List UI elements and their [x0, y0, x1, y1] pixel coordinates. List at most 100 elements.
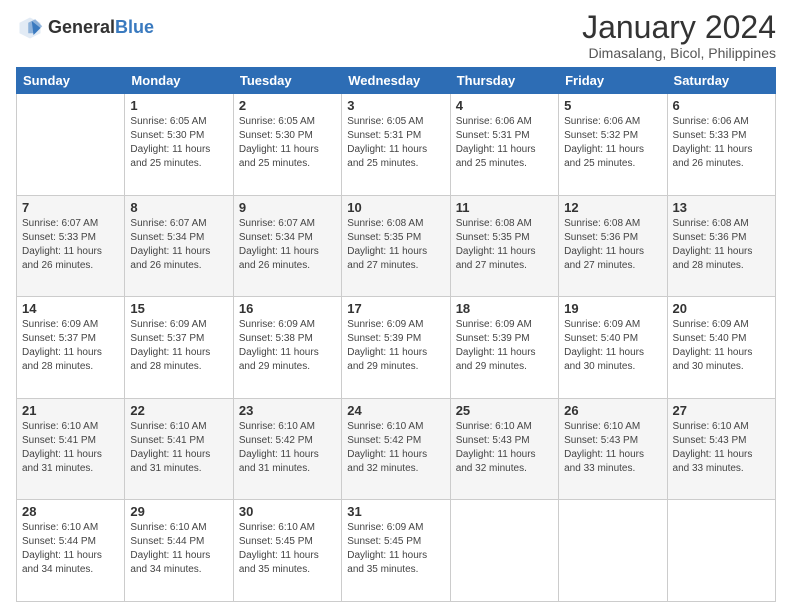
day-detail: Sunrise: 6:08 AMSunset: 5:36 PMDaylight:…: [564, 217, 661, 273]
day-cell: [450, 500, 558, 602]
day-detail: Sunrise: 6:05 AMSunset: 5:30 PMDaylight:…: [239, 115, 336, 171]
col-thursday: Thursday: [450, 68, 558, 94]
day-cell: 7 Sunrise: 6:07 AMSunset: 5:33 PMDaylight…: [17, 195, 125, 297]
col-saturday: Saturday: [667, 68, 775, 94]
day-number: 26: [564, 403, 661, 418]
day-cell: 16Sunrise: 6:09 AMSunset: 5:38 PMDayligh…: [233, 297, 341, 399]
day-number: 9: [239, 200, 336, 215]
day-detail: Sunrise: 6:10 AMSunset: 5:43 PMDaylight:…: [564, 420, 661, 476]
col-monday: Monday: [125, 68, 233, 94]
logo-general: General: [48, 18, 115, 38]
day-cell: 27 Sunrise: 6:10 AMSunset: 5:43 PMDayligh…: [667, 398, 775, 500]
day-detail: Sunrise: 6:07 AMSunset: 5:34 PMDaylight:…: [130, 217, 227, 273]
header: General Blue January 2024 Dimasalang, Bi…: [16, 10, 776, 61]
day-number: 6: [673, 98, 770, 113]
day-number: 3: [347, 98, 444, 113]
day-cell: 28 Sunrise: 6:10 AMSunset: 5:44 PMDayligh…: [17, 500, 125, 602]
day-detail: Sunrise: 6:10 AMSunset: 5:41 PMDaylight:…: [130, 420, 227, 476]
day-cell: 19Sunrise: 6:09 AMSunset: 5:40 PMDayligh…: [559, 297, 667, 399]
day-detail: Sunrise: 6:06 AMSunset: 5:31 PMDaylight:…: [456, 115, 553, 171]
day-number: 8: [130, 200, 227, 215]
title-block: January 2024 Dimasalang, Bicol, Philippi…: [582, 10, 776, 61]
day-number: 2: [239, 98, 336, 113]
logo-blue: Blue: [115, 18, 154, 38]
day-cell: 9Sunrise: 6:07 AMSunset: 5:34 PMDaylight…: [233, 195, 341, 297]
col-sunday: Sunday: [17, 68, 125, 94]
day-detail: Sunrise: 6:10 AMSunset: 5:43 PMDaylight:…: [456, 420, 553, 476]
day-detail: Sunrise: 6:08 AMSunset: 5:36 PMDaylight:…: [673, 217, 770, 273]
day-number: 4: [456, 98, 553, 113]
subtitle: Dimasalang, Bicol, Philippines: [582, 45, 776, 61]
col-wednesday: Wednesday: [342, 68, 450, 94]
day-number: 17: [347, 301, 444, 316]
day-cell: 25 Sunrise: 6:10 AMSunset: 5:43 PMDayligh…: [450, 398, 558, 500]
day-cell: 13 Sunrise: 6:08 AMSunset: 5:36 PMDayligh…: [667, 195, 775, 297]
day-detail: Sunrise: 6:10 AMSunset: 5:44 PMDaylight:…: [22, 521, 119, 577]
col-friday: Friday: [559, 68, 667, 94]
month-title: January 2024: [582, 10, 776, 45]
day-number: 7: [22, 200, 119, 215]
day-detail: Sunrise: 6:09 AMSunset: 5:39 PMDaylight:…: [347, 318, 444, 374]
day-detail: Sunrise: 6:08 AMSunset: 5:35 PMDaylight:…: [347, 217, 444, 273]
day-detail: Sunrise: 6:10 AMSunset: 5:43 PMDaylight:…: [673, 420, 770, 476]
day-cell: 14Sunrise: 6:09 AMSunset: 5:37 PMDayligh…: [17, 297, 125, 399]
day-number: 5: [564, 98, 661, 113]
day-number: 16: [239, 301, 336, 316]
day-cell: 29 Sunrise: 6:10 AMSunset: 5:44 PMDayligh…: [125, 500, 233, 602]
day-detail: Sunrise: 6:10 AMSunset: 5:44 PMDaylight:…: [130, 521, 227, 577]
day-cell: 18 Sunrise: 6:09 AMSunset: 5:39 PMDayligh…: [450, 297, 558, 399]
day-detail: Sunrise: 6:10 AMSunset: 5:42 PMDaylight:…: [239, 420, 336, 476]
day-cell: 8 Sunrise: 6:07 AMSunset: 5:34 PMDaylight…: [125, 195, 233, 297]
day-cell: 31 Sunrise: 6:09 AMSunset: 5:45 PMDayligh…: [342, 500, 450, 602]
day-cell: [17, 94, 125, 196]
day-detail: Sunrise: 6:09 AMSunset: 5:40 PMDaylight:…: [564, 318, 661, 374]
day-cell: 24Sunrise: 6:10 AMSunset: 5:42 PMDayligh…: [342, 398, 450, 500]
logo-icon: [16, 14, 44, 42]
day-detail: Sunrise: 6:06 AMSunset: 5:32 PMDaylight:…: [564, 115, 661, 171]
day-number: 21: [22, 403, 119, 418]
logo-text: General Blue: [48, 18, 154, 38]
day-number: 27: [673, 403, 770, 418]
day-number: 13: [673, 200, 770, 215]
calendar-header: Sunday Monday Tuesday Wednesday Thursday…: [17, 68, 776, 94]
day-number: 25: [456, 403, 553, 418]
day-number: 29: [130, 504, 227, 519]
logo: General Blue: [16, 14, 154, 42]
day-number: 18: [456, 301, 553, 316]
day-cell: 17 Sunrise: 6:09 AMSunset: 5:39 PMDayligh…: [342, 297, 450, 399]
day-detail: Sunrise: 6:09 AMSunset: 5:39 PMDaylight:…: [456, 318, 553, 374]
week-row-1: 7 Sunrise: 6:07 AMSunset: 5:33 PMDaylight…: [17, 195, 776, 297]
day-detail: Sunrise: 6:07 AMSunset: 5:33 PMDaylight:…: [22, 217, 119, 273]
day-number: 24: [347, 403, 444, 418]
day-cell: [667, 500, 775, 602]
day-number: 28: [22, 504, 119, 519]
header-row: Sunday Monday Tuesday Wednesday Thursday…: [17, 68, 776, 94]
week-row-2: 14Sunrise: 6:09 AMSunset: 5:37 PMDayligh…: [17, 297, 776, 399]
day-detail: Sunrise: 6:10 AMSunset: 5:45 PMDaylight:…: [239, 521, 336, 577]
page: General Blue January 2024 Dimasalang, Bi…: [0, 0, 792, 612]
day-cell: 10Sunrise: 6:08 AMSunset: 5:35 PMDayligh…: [342, 195, 450, 297]
day-number: 15: [130, 301, 227, 316]
day-number: 23: [239, 403, 336, 418]
day-detail: Sunrise: 6:08 AMSunset: 5:35 PMDaylight:…: [456, 217, 553, 273]
day-cell: 15Sunrise: 6:09 AMSunset: 5:37 PMDayligh…: [125, 297, 233, 399]
day-detail: Sunrise: 6:09 AMSunset: 5:45 PMDaylight:…: [347, 521, 444, 577]
day-cell: 26 Sunrise: 6:10 AMSunset: 5:43 PMDayligh…: [559, 398, 667, 500]
day-cell: 5 Sunrise: 6:06 AMSunset: 5:32 PMDaylight…: [559, 94, 667, 196]
day-detail: Sunrise: 6:09 AMSunset: 5:40 PMDaylight:…: [673, 318, 770, 374]
day-number: 1: [130, 98, 227, 113]
day-number: 31: [347, 504, 444, 519]
day-cell: 22Sunrise: 6:10 AMSunset: 5:41 PMDayligh…: [125, 398, 233, 500]
day-cell: 21Sunrise: 6:10 AMSunset: 5:41 PMDayligh…: [17, 398, 125, 500]
day-number: 30: [239, 504, 336, 519]
week-row-4: 28 Sunrise: 6:10 AMSunset: 5:44 PMDayligh…: [17, 500, 776, 602]
day-detail: Sunrise: 6:05 AMSunset: 5:31 PMDaylight:…: [347, 115, 444, 171]
day-detail: Sunrise: 6:05 AMSunset: 5:30 PMDaylight:…: [130, 115, 227, 171]
day-number: 12: [564, 200, 661, 215]
calendar-table: Sunday Monday Tuesday Wednesday Thursday…: [16, 67, 776, 602]
day-cell: 20 Sunrise: 6:09 AMSunset: 5:40 PMDayligh…: [667, 297, 775, 399]
day-cell: 11Sunrise: 6:08 AMSunset: 5:35 PMDayligh…: [450, 195, 558, 297]
day-detail: Sunrise: 6:06 AMSunset: 5:33 PMDaylight:…: [673, 115, 770, 171]
day-number: 20: [673, 301, 770, 316]
week-row-3: 21 Sunrise: 6:10 AMSunset: 5:41 PMDayligh…: [17, 398, 776, 500]
